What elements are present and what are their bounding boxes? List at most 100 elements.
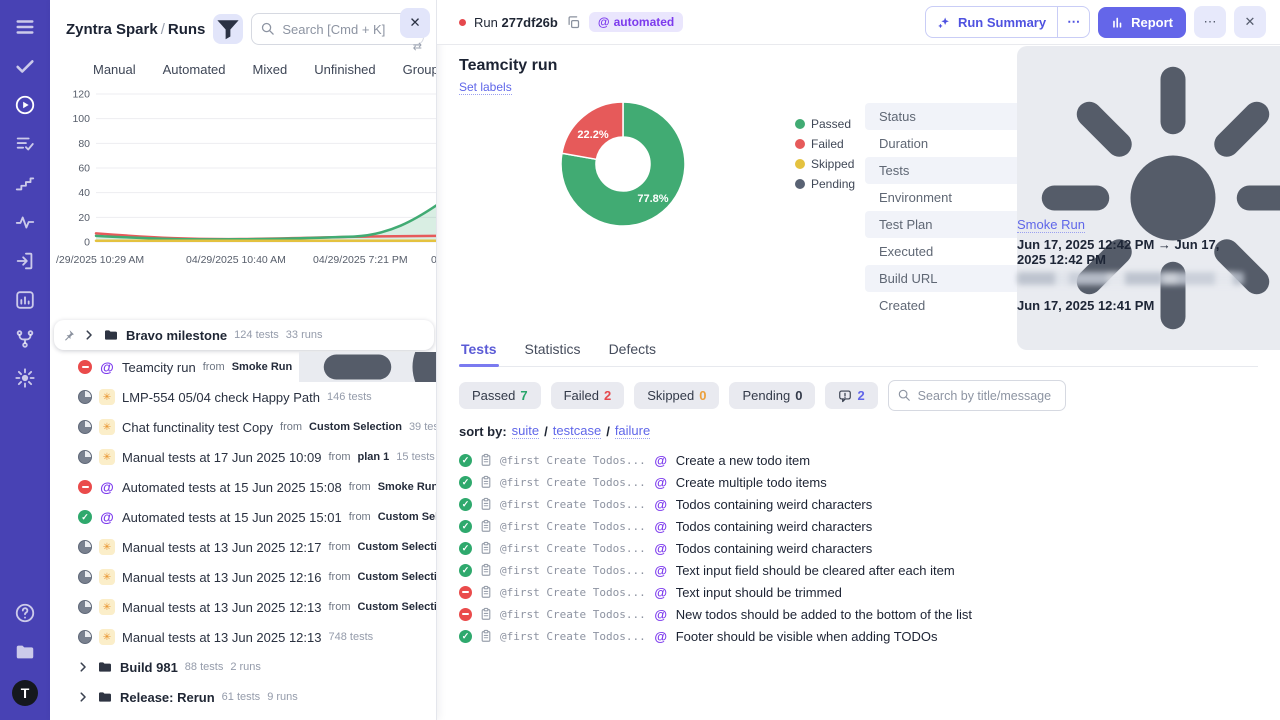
search-input[interactable] <box>251 13 424 45</box>
filter-chip-pending[interactable]: Pending 0 <box>729 382 816 409</box>
run-group-row[interactable]: Release: Rerun 61 tests 9 runs <box>50 682 436 712</box>
breadcrumb-project[interactable]: Zyntra Spark <box>66 21 158 38</box>
clipboard-icon <box>479 563 493 577</box>
test-row[interactable]: @first Create Todos... @ Create a new todo… <box>459 449 1258 471</box>
test-row[interactable]: @first Create Todos... @ Todos containing … <box>459 493 1258 515</box>
comments-chip[interactable]: 2 <box>825 382 878 409</box>
test-suite: @first Create Todos... <box>500 541 646 555</box>
run-title: Manual tests at 13 Jun 2025 12:13 <box>122 629 322 645</box>
run-row[interactable]: ✳ LMP-554 05/04 check Happy Path 146 tests <box>50 382 436 412</box>
panel-close-button[interactable]: ✕ <box>400 8 430 38</box>
help-icon[interactable] <box>14 602 36 624</box>
run-row[interactable]: ✳ Manual tests at 13 Jun 2025 12:17 from Cu… <box>50 532 436 562</box>
runs-search <box>251 13 424 45</box>
sort-separator: / <box>544 423 548 439</box>
run-status-dot <box>459 18 466 26</box>
more-actions-button[interactable]: ⋯ <box>1194 6 1226 38</box>
tab-mixed[interactable]: Mixed <box>253 62 288 77</box>
run-status-passed-icon <box>78 510 92 524</box>
test-title: Todos containing weird characters <box>675 540 873 556</box>
field-row: Environmenttest <box>865 45 1280 350</box>
run-row[interactable]: ✳ Manual tests at 17 Jun 2025 10:09 from pl… <box>50 442 436 472</box>
test-status-passed-icon <box>459 541 472 555</box>
swap-icon[interactable]: ⇄ <box>413 40 422 53</box>
sort-link-testcase[interactable]: testcase <box>552 423 602 439</box>
filter-button[interactable] <box>213 14 244 44</box>
chart-y-tick: 80 <box>78 138 90 150</box>
manual-run-icon: ✳ <box>99 569 115 585</box>
play-circle-icon[interactable] <box>14 94 36 116</box>
run-row[interactable]: ✳ Chat functinality test Copy from Custom S… <box>50 412 436 442</box>
import-icon[interactable] <box>14 250 36 272</box>
branch-icon[interactable] <box>14 328 36 350</box>
result-filter-chips: Passed 7 Failed 2 Skipped 0 Pending 0 2 <box>459 380 1258 411</box>
test-row[interactable]: @first Create Todos... @ Text input field … <box>459 559 1258 581</box>
folder-nav-icon[interactable] <box>14 641 36 663</box>
run-row[interactable]: ✳ Manual tests at 13 Jun 2025 12:13 748 te… <box>50 622 436 652</box>
automated-run-icon: @ <box>100 509 114 525</box>
tab-statistics[interactable]: Statistics <box>523 337 583 366</box>
runs-trend-chart: 120 100 80 60 40 20 0 /29/2025 10:29 AM 04/29/2… <box>50 86 436 270</box>
automated-badge[interactable]: @ automated <box>588 12 684 32</box>
run-row[interactable]: ✳ Manual tests at 13 Jun 2025 12:13 from Cu… <box>50 592 436 622</box>
test-row[interactable]: @first Create Todos... @ Todos containing … <box>459 537 1258 559</box>
report-button[interactable]: Report <box>1098 6 1186 38</box>
run-status-pending-icon <box>78 450 92 464</box>
clipboard-icon <box>479 541 493 555</box>
steps-icon[interactable] <box>14 172 36 194</box>
test-row[interactable]: @first Create Todos... @ New todos should … <box>459 603 1258 625</box>
activity-icon[interactable] <box>14 211 36 233</box>
run-row[interactable]: @ Automated tests at 15 Jun 2025 15:01 fro… <box>50 502 436 532</box>
run-title: LMP-554 05/04 check Happy Path <box>122 389 321 405</box>
report-chart-icon <box>1111 16 1124 29</box>
run-row[interactable]: @ Automated tests at 15 Jun 2025 15:08 fro… <box>50 472 436 502</box>
copy-icon[interactable] <box>566 15 581 30</box>
run-group-row[interactable]: Bravo milestone 124 tests 33 runs <box>54 320 434 350</box>
run-detail-header: Run 277df26b @ automated Run Summary ⋯ Re… <box>437 0 1280 45</box>
run-status-pending-icon <box>78 540 92 554</box>
legend-item: Passed <box>795 117 855 131</box>
test-suite: @first Create Todos... <box>500 607 646 621</box>
set-labels-link[interactable]: Set labels <box>459 80 512 95</box>
chevron-right-icon[interactable] <box>76 660 90 674</box>
test-plan-link[interactable]: Smoke Run <box>1017 217 1085 233</box>
test-title: Text input field should be cleared after… <box>675 562 955 578</box>
automated-test-icon: @ <box>654 474 668 490</box>
test-row[interactable]: @first Create Todos... @ Todos containing … <box>459 515 1258 537</box>
tab-defects[interactable]: Defects <box>607 337 658 366</box>
run-from-name: Custom Selection <box>377 511 436 523</box>
tests-search-input[interactable] <box>887 380 1066 411</box>
tab-manual[interactable]: Manual <box>93 62 136 77</box>
test-row[interactable]: @first Create Todos... @ Footer should be … <box>459 625 1258 647</box>
sort-link-failure[interactable]: failure <box>614 423 651 439</box>
field-row: Executed Jun 17, 2025 12:42 PM → Jun 17, … <box>865 237 1258 267</box>
test-row[interactable]: @first Create Todos... @ Create multiple t… <box>459 471 1258 493</box>
gear-icon[interactable] <box>14 367 36 389</box>
avatar[interactable]: T <box>12 680 38 706</box>
bar-chart-icon[interactable] <box>14 289 36 311</box>
filter-chip-skipped[interactable]: Skipped 0 <box>634 382 720 409</box>
close-run-button[interactable]: ✕ <box>1234 6 1266 38</box>
run-row[interactable]: ✳ Manual tests at 13 Jun 2025 12:16 from Cu… <box>50 562 436 592</box>
chevron-right-icon[interactable] <box>76 690 90 704</box>
list-check-icon[interactable] <box>14 133 36 155</box>
clipboard-icon <box>479 453 493 467</box>
clipboard-icon <box>479 629 493 643</box>
run-summary-more-button[interactable]: ⋯ <box>1057 7 1089 37</box>
sort-link-suite[interactable]: suite <box>511 423 540 439</box>
run-summary-button[interactable]: Run Summary <box>926 7 1057 37</box>
run-group-row[interactable]: Build 981 88 tests 2 runs <box>50 652 436 682</box>
legend-item: Failed <box>795 137 855 151</box>
test-row[interactable]: @first Create Todos... @ Text input should… <box>459 581 1258 603</box>
tab-unfinished[interactable]: Unfinished <box>314 62 375 77</box>
tab-groups[interactable]: Groups <box>403 62 436 77</box>
menu-icon[interactable] <box>14 16 36 38</box>
filter-chip-passed[interactable]: Passed 7 <box>459 382 541 409</box>
tab-tests[interactable]: Tests <box>459 337 499 367</box>
run-row[interactable]: @Teamcity runfromSmoke Runtest9 tests <box>50 352 436 382</box>
check-icon[interactable] <box>14 55 36 77</box>
chevron-right-icon[interactable] <box>82 328 96 342</box>
tab-automated[interactable]: Automated <box>163 62 226 77</box>
filter-chip-failed[interactable]: Failed 2 <box>550 382 625 409</box>
legend-label: Pending <box>811 177 856 191</box>
